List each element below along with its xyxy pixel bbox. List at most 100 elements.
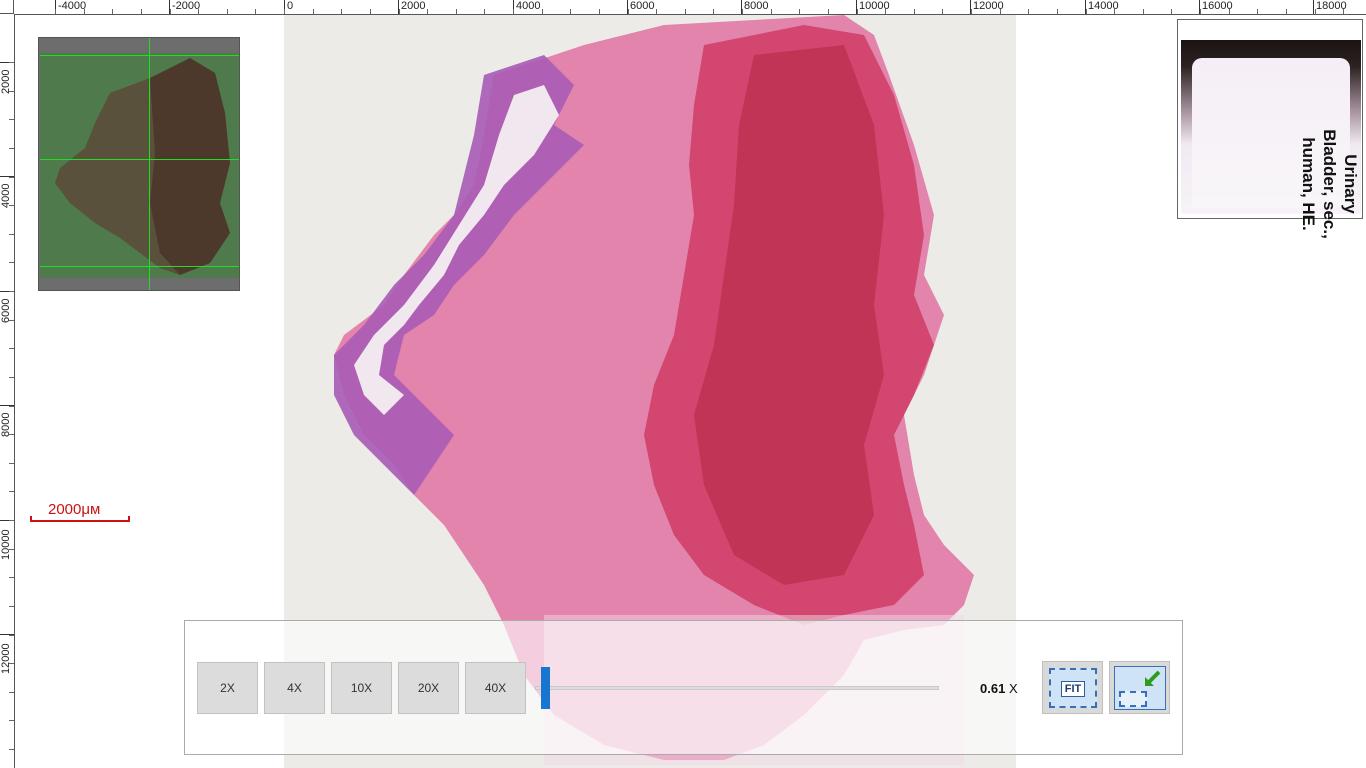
slide-label-text: Urinary Bladder, sec., human, HE. (1298, 94, 1361, 274)
ruler-minor-tick (1286, 9, 1287, 14)
ruler-corner (0, 0, 14, 14)
ruler-minor-tick (628, 9, 629, 14)
ruler-minor-tick (9, 491, 14, 492)
zoom-20x-button[interactable]: 20X (398, 662, 459, 714)
ruler-minor-tick (9, 234, 14, 235)
ruler-minor-tick (9, 520, 14, 521)
ruler-minor-tick (1086, 9, 1087, 14)
ruler-minor-tick (9, 320, 14, 321)
ruler-minor-tick (1200, 9, 1201, 14)
ruler-top-label: 4000 (516, 0, 541, 12)
restore-view-button[interactable] (1109, 661, 1170, 714)
ruler-minor-tick (84, 9, 85, 14)
ruler-minor-tick (284, 9, 285, 14)
scale-bar: 2000μм (30, 501, 130, 523)
ruler-minor-tick (9, 119, 14, 120)
overview-crosshair-h (40, 159, 239, 160)
ruler-minor-tick (112, 9, 113, 14)
zoom-10x-button[interactable]: 10X (331, 662, 392, 714)
ruler-top-label: 18000 (1316, 0, 1347, 12)
arrow-down-left-icon (1145, 670, 1161, 686)
ruler-minor-tick (427, 9, 428, 14)
ruler-minor-tick (971, 9, 972, 14)
ruler-minor-tick (9, 406, 14, 407)
ruler-minor-tick (942, 9, 943, 14)
ruler-minor-tick (885, 9, 886, 14)
ruler-minor-tick (9, 720, 14, 721)
restore-view-frame (1119, 691, 1147, 707)
ruler-minor-tick (341, 9, 342, 14)
zoom-40x-button[interactable]: 40X (465, 662, 526, 714)
ruler-minor-tick (1171, 9, 1172, 14)
ruler-top-label: 8000 (744, 0, 769, 12)
ruler-minor-tick (771, 9, 772, 14)
ruler-minor-tick (1000, 9, 1001, 14)
ruler-minor-tick (9, 663, 14, 664)
ruler-minor-tick (255, 9, 256, 14)
zoom-2x-button[interactable]: 2X (197, 662, 258, 714)
zoom-slider-track[interactable] (535, 686, 939, 690)
fit-icon-label: FIT (1061, 681, 1085, 697)
ruler-minor-tick (9, 577, 14, 578)
ruler-minor-tick (370, 9, 371, 14)
ruler-top-label: -2000 (172, 0, 201, 12)
ruler-minor-tick (9, 205, 14, 206)
ruler-minor-tick (9, 692, 14, 693)
ruler-minor-tick (9, 262, 14, 263)
ruler-minor-tick (1257, 9, 1258, 14)
ruler-minor-tick (857, 9, 858, 14)
ruler-left-label: 10000 (0, 529, 12, 560)
fit-icon: FIT (1049, 668, 1097, 708)
slide-label-line: human, HE. (1299, 137, 1318, 231)
ruler-minor-tick (828, 9, 829, 14)
zoom-level-readout: 0.61 X (980, 681, 1018, 696)
ruler-minor-tick (599, 9, 600, 14)
ruler-minor-tick (1229, 9, 1230, 14)
overview-map[interactable] (40, 38, 239, 290)
ruler-minor-tick (170, 9, 171, 14)
ruler-minor-tick (685, 9, 686, 14)
zoom-4x-button[interactable]: 4X (264, 662, 325, 714)
ruler-minor-tick (9, 291, 14, 292)
ruler-minor-tick (9, 549, 14, 550)
ruler-top-label: -4000 (58, 0, 87, 12)
ruler-minor-tick (484, 9, 485, 14)
overview-viewport-top (40, 55, 239, 56)
overview-thumbnail[interactable] (38, 37, 240, 291)
ruler-top-label: 16000 (1202, 0, 1233, 12)
ruler-top-label: 0 (287, 0, 294, 12)
ruler-minor-tick (9, 463, 14, 464)
ruler-minor-tick (9, 434, 14, 435)
ruler-minor-tick (141, 9, 142, 14)
zoom-level-unit: X (1008, 681, 1018, 696)
restore-view-icon (1114, 666, 1166, 710)
ruler-minor-tick (9, 348, 14, 349)
ruler-minor-tick (198, 9, 199, 14)
ruler-minor-tick (1315, 9, 1316, 14)
ruler-minor-tick (55, 9, 56, 14)
zoom-slider-thumb[interactable] (541, 667, 550, 709)
ruler-minor-tick (799, 9, 800, 14)
ruler-left-label: 12000 (0, 643, 12, 674)
overview-crosshair-v (149, 38, 150, 290)
overview-tissue (55, 58, 230, 275)
scale-bar-label: 2000μм (48, 501, 101, 518)
ruler-minor-tick (9, 377, 14, 378)
ruler-minor-tick (1028, 9, 1029, 14)
scale-bar-line (30, 516, 130, 522)
ruler-minor-tick (227, 9, 228, 14)
zoom-control-panel: 2X 4X 10X 20X 40X 0.61 X FIT (184, 620, 1183, 755)
ruler-minor-tick (656, 9, 657, 14)
ruler-top-label: 6000 (630, 0, 655, 12)
slide-label-line: Urinary (1341, 154, 1360, 214)
ruler-minor-tick (513, 9, 514, 14)
fit-to-window-button[interactable]: FIT (1042, 661, 1103, 714)
ruler-minor-tick (9, 606, 14, 607)
zoom-level-value: 0.61 (980, 681, 1006, 696)
ruler-minor-tick (1057, 9, 1058, 14)
ruler-minor-tick (742, 9, 743, 14)
ruler-minor-tick (914, 9, 915, 14)
overview-viewport-bottom (40, 266, 239, 267)
ruler-minor-tick (399, 9, 400, 14)
ruler-minor-tick (713, 9, 714, 14)
